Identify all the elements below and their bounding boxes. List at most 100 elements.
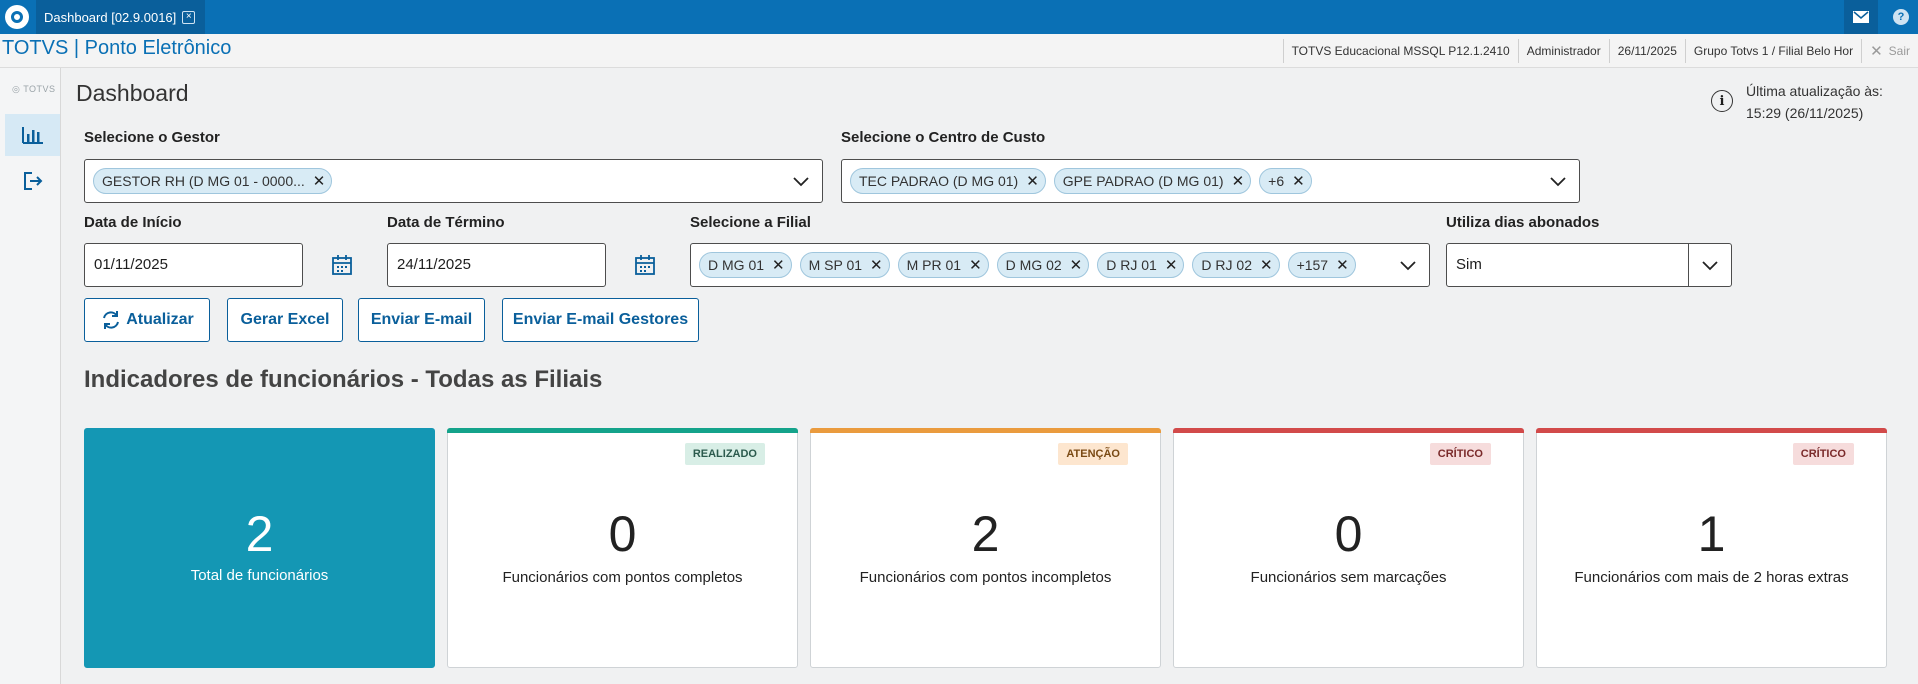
centro-custo-chip: TEC PADRAO (D MG 01) ✕ [850,168,1046,194]
status-badge: ATENÇÃO [1058,443,1128,465]
exit-button[interactable]: ✕ Sair [1861,39,1918,63]
card-pontos-completos[interactable]: REALIZADO 0 Funcionários com pontos comp… [447,428,798,668]
data-termino-input[interactable]: 24/11/2025 [387,243,606,287]
last-update-label: Última atualização às: [1746,83,1883,99]
refresh-icon [103,311,120,329]
card-label: Total de funcionários [190,567,329,584]
calendar-icon[interactable] [331,254,353,276]
tab-label: Dashboard [02.9.0016] [44,9,177,25]
chip-label: +6 [1268,173,1285,189]
sidebar-item-logout[interactable] [5,160,60,202]
main-content: Dashboard i Última atualização às: 15:29… [62,68,1918,684]
chip-label: D RJ 01 [1106,257,1157,273]
card-total-funcionarios[interactable]: 2 Total de funcionários [84,428,435,668]
filial-select[interactable]: D MG 01 ✕ M SP 01 ✕ M PR 01 ✕ D MG 02 ✕ D RJ… [690,243,1430,287]
chip-label: D MG 01 [708,257,765,273]
chip-label: M PR 01 [906,257,962,273]
centro-custo-label: Selecione o Centro de Custo [841,129,1046,146]
card-value: 2 [971,506,1000,562]
sidebar-item-dashboard[interactable] [5,114,60,156]
date-info: 26/11/2025 [1608,39,1685,63]
mail-icon[interactable] [1844,0,1878,34]
sidebar: ◎ TOTVS [0,68,61,684]
filial-chip: D MG 01 ✕ [699,252,792,278]
chip-label: GESTOR RH (D MG 01 - 0000... [102,173,305,189]
gerar-excel-button[interactable]: Gerar Excel [227,298,343,342]
atualizar-button[interactable]: Atualizar [84,298,210,342]
status-bar [447,428,798,433]
filial-chip: D MG 02 ✕ [996,252,1090,278]
top-bar: Dashboard [02.9.0016] × ? [0,0,1918,34]
card-value: 0 [608,506,637,562]
dias-abonados-label: Utiliza dias abonados [1446,214,1600,231]
user-info: Administrador [1517,39,1609,63]
remove-chip-icon[interactable]: ✕ [1070,256,1083,274]
status-bar [1173,428,1524,433]
page-title: Dashboard [76,80,189,106]
chip-label: GPE PADRAO (D MG 01) [1062,173,1224,189]
close-icon[interactable]: × [182,10,196,24]
filial-chip: M SP 01 ✕ [799,252,890,278]
status-bar [1536,428,1887,433]
card-value: 1 [1697,506,1726,562]
totvs-logo-icon[interactable] [0,0,34,34]
remove-chip-icon[interactable]: ✕ [969,256,982,274]
card-label: Funcionários com pontos incompletos [859,569,1112,586]
remove-chip-icon[interactable]: ✕ [1165,256,1178,274]
info-icon: i [1711,90,1733,112]
chip-label: M SP 01 [808,257,863,273]
filial-chip: M PR 01 ✕ [897,252,989,278]
gestor-select[interactable]: GESTOR RH (D MG 01 - 0000... ✕ [84,159,823,203]
chevron-down-icon[interactable] [1549,172,1567,190]
dias-abonados-select[interactable]: Sim [1446,243,1732,287]
centro-custo-chip: GPE PADRAO (D MG 01) ✕ [1053,168,1252,194]
card-sem-marcacoes[interactable]: CRÍTICO 0 Funcionários sem marcações [1173,428,1524,668]
last-update-value: 15:29 (26/11/2025) [1746,105,1864,121]
tab-dashboard[interactable]: Dashboard [02.9.0016] × [36,0,206,34]
centro-custo-chip-more: +6 ✕ [1259,168,1312,194]
enviar-email-button[interactable]: Enviar E-mail [358,298,485,342]
remove-chip-icon[interactable]: ✕ [772,256,785,274]
logout-icon [23,172,42,190]
help-icon[interactable]: ? [1884,0,1918,34]
data-termino-label: Data de Término [387,214,505,231]
remove-chip-icon[interactable]: ✕ [1232,172,1245,190]
chevron-down-icon[interactable] [1399,256,1417,274]
gestor-chips: GESTOR RH (D MG 01 - 0000... ✕ [93,168,333,194]
help-label: ? [1893,9,1909,25]
remove-chip-icon[interactable]: ✕ [1292,172,1305,190]
remove-chip-icon[interactable]: ✕ [1336,256,1349,274]
atualizar-label: Atualizar [126,311,194,328]
last-update: Última atualização às: 15:29 (26/11/2025… [1746,80,1883,124]
card-label: Funcionários sem marcações [1250,569,1447,586]
remove-chip-icon[interactable]: ✕ [1026,172,1039,190]
remove-chip-icon[interactable]: ✕ [1260,256,1273,274]
section-title: Indicadores de funcionários - Todas as F… [84,366,603,393]
system-info: TOTVS Educacional MSSQL P12.1.2410 [1282,39,1518,63]
chip-label: D RJ 02 [1201,257,1252,273]
remove-chip-icon[interactable]: ✕ [870,256,883,274]
exit-label: Sair [1888,44,1910,58]
bar-chart-icon [21,127,43,144]
dias-abonados-value: Sim [1456,256,1482,273]
data-inicio-input[interactable]: 01/11/2025 [84,243,303,287]
chevron-down-icon[interactable] [1701,256,1719,274]
status-bar [810,428,1161,433]
centro-custo-chips: TEC PADRAO (D MG 01) ✕ GPE PADRAO (D MG … [850,168,1312,194]
data-inicio-label: Data de Início [84,214,182,231]
card-label: Funcionários com pontos completos [502,569,743,586]
remove-chip-icon[interactable]: ✕ [313,172,326,190]
chip-label: D MG 02 [1005,257,1062,273]
enviar-email-gestores-button[interactable]: Enviar E-mail Gestores [502,298,699,342]
centro-custo-select[interactable]: TEC PADRAO (D MG 01) ✕ GPE PADRAO (D MG … [841,159,1580,203]
divider [1688,244,1689,286]
app-title: TOTVS | Ponto Eletrônico [2,37,232,59]
branch-info: Grupo Totvs 1 / Filial Belo Hor [1684,39,1861,63]
card-pontos-incompletos[interactable]: ATENÇÃO 2 Funcionários com pontos incomp… [810,428,1161,668]
close-icon: ✕ [1870,43,1883,60]
calendar-icon[interactable] [634,254,656,276]
info-bar: TOTVS | Ponto Eletrônico TOTVS Educacion… [0,34,1918,68]
card-horas-extras[interactable]: CRÍTICO 1 Funcionários com mais de 2 hor… [1536,428,1887,668]
status-badge: REALIZADO [684,443,765,465]
chevron-down-icon[interactable] [792,172,810,190]
